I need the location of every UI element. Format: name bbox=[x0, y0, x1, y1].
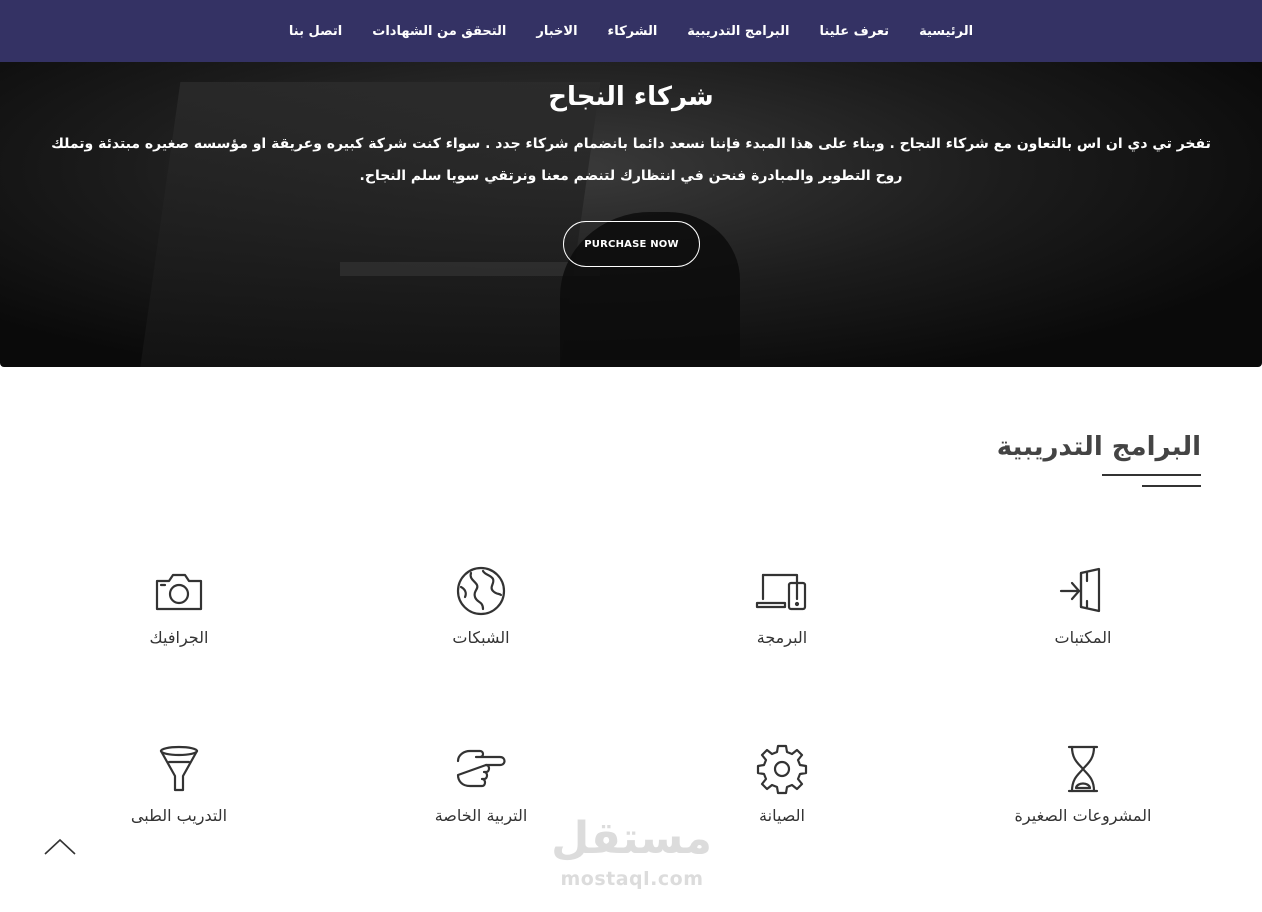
watermark-logo-arabic: مستقل bbox=[551, 813, 712, 864]
purchase-now-button[interactable]: PURCHASE NOW bbox=[563, 221, 700, 267]
program-label: التدريب الطبى bbox=[130, 806, 228, 825]
program-label: الصيانة bbox=[759, 806, 805, 825]
hourglass-icon bbox=[1055, 744, 1111, 794]
gear-icon bbox=[754, 744, 810, 795]
nav-item-contact[interactable]: اتصل بنا bbox=[289, 24, 342, 39]
nav-item-partners[interactable]: الشركاء bbox=[608, 24, 658, 39]
title-underline-short bbox=[1142, 485, 1201, 487]
hero-banner: شركاء النجاح تفخر تي دي ان اس بالتعاون م… bbox=[0, 62, 1262, 367]
nav-item-programs[interactable]: البرامج التدريبية bbox=[687, 24, 789, 39]
hero-background-screen bbox=[139, 82, 601, 367]
program-graphics[interactable]: الجرافيك bbox=[69, 566, 289, 647]
back-to-top-button[interactable] bbox=[40, 834, 80, 862]
program-networks[interactable]: الشبكات bbox=[371, 566, 591, 647]
funnel-icon bbox=[151, 744, 207, 794]
hero-description: تفخر تي دي ان اس بالتعاون مع شركاء النجا… bbox=[51, 136, 1211, 184]
program-label: الجرافيك bbox=[149, 628, 209, 647]
program-label: التربية الخاصة bbox=[434, 806, 528, 825]
laptop-phone-icon bbox=[754, 566, 810, 616]
program-small-projects[interactable]: المشروعات الصغيرة bbox=[973, 744, 1193, 825]
program-medical-training[interactable]: التدريب الطبى bbox=[69, 744, 289, 825]
chevron-up-icon bbox=[44, 838, 76, 855]
program-libraries[interactable]: المكتبات bbox=[973, 566, 1193, 647]
program-label: المكتبات bbox=[1054, 628, 1112, 647]
nav-item-news[interactable]: الاخبار bbox=[536, 24, 577, 39]
pointing-hand-icon bbox=[453, 744, 509, 794]
top-navbar: الرئيسية تعرف علينا البرامج التدريبية ال… bbox=[0, 0, 1262, 62]
program-programming[interactable]: البرمجة bbox=[672, 566, 892, 647]
door-enter-icon bbox=[1055, 566, 1111, 616]
program-label: المشروعات الصغيرة bbox=[1014, 806, 1152, 825]
hero-background-bar bbox=[340, 262, 600, 276]
program-label: البرمجة bbox=[756, 628, 808, 647]
globe-icon bbox=[453, 566, 509, 616]
nav-item-certificates[interactable]: التحقق من الشهادات bbox=[372, 24, 506, 39]
camera-icon bbox=[151, 566, 207, 616]
program-label: الشبكات bbox=[452, 628, 510, 647]
section-title: البرامج التدريبية bbox=[996, 432, 1201, 462]
nav-item-home[interactable]: الرئيسية bbox=[919, 24, 973, 39]
nav-item-about[interactable]: تعرف علينا bbox=[819, 24, 889, 39]
hero-title: شركاء النجاح bbox=[548, 82, 714, 112]
nav-menu: الرئيسية تعرف علينا البرامج التدريبية ال… bbox=[289, 24, 973, 39]
title-underline bbox=[1102, 474, 1201, 476]
watermark-logo-latin: mostaql.com bbox=[560, 868, 704, 890]
